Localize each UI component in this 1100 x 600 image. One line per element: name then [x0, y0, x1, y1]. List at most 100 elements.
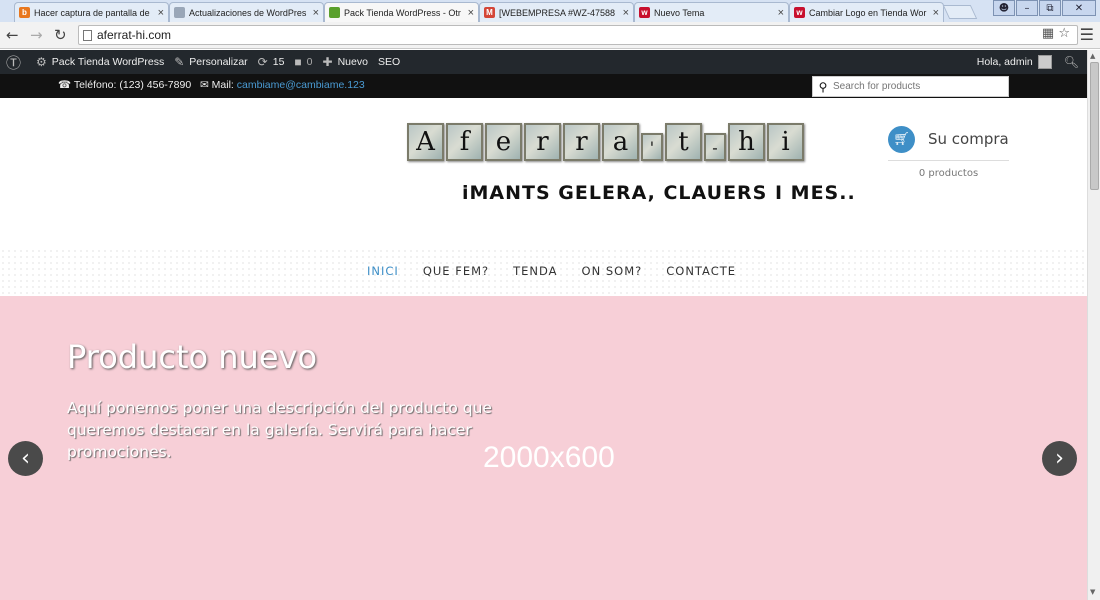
- site-header: Af e r r a ' t - h i iMANTS GELERA, CLAUERS I MES…: [0, 98, 1087, 296]
- brush-icon: ✎: [174, 55, 185, 69]
- tab-close-icon[interactable]: ×: [158, 7, 164, 19]
- product-search: ⚲: [812, 76, 1009, 97]
- contact-info: ☎ Teléfono: (123) 456-7890 ✉ Mail: cambi…: [58, 79, 365, 91]
- menu-icon[interactable]: ☰: [1080, 25, 1094, 44]
- page-scrollbar[interactable]: ▲ ▼: [1087, 50, 1100, 600]
- w-icon: w: [794, 7, 805, 18]
- logo-letter-tile: A: [407, 123, 444, 161]
- nav-item[interactable]: TENDA: [513, 264, 557, 278]
- search-icon[interactable]: ⚲: [813, 77, 833, 96]
- window-controls: ☻ – ⧉ ✕: [992, 0, 1096, 16]
- tab-close-icon[interactable]: ×: [468, 7, 474, 19]
- minimize-button[interactable]: –: [1016, 0, 1038, 16]
- address-bar: ← → ↻ aferrat-hi.com ▦ ☆ ☰: [0, 22, 1100, 49]
- page-icon: [174, 7, 185, 18]
- logo-letter-tile: e: [485, 123, 522, 161]
- reload-icon[interactable]: ↻: [54, 26, 67, 44]
- browser-tab-strip: b Hacer captura de pantalla de × Actualizac…: [0, 0, 1100, 22]
- wordpress-logo-icon[interactable]: Ⓣ: [6, 52, 26, 73]
- admin-customize-link[interactable]: ✎ Personalizar: [174, 55, 247, 69]
- tab-label: Hacer captura de pantalla de: [34, 7, 150, 18]
- w-icon: w: [639, 7, 650, 18]
- comment-icon: ■: [294, 55, 302, 69]
- slider-next-button[interactable]: ›: [1042, 441, 1077, 476]
- admin-site-link[interactable]: ⚙ Pack Tienda WordPress: [36, 55, 164, 69]
- translate-star-icons[interactable]: ▦ ☆: [1042, 26, 1070, 41]
- back-arrow-icon[interactable]: ←: [6, 26, 19, 44]
- scroll-down-icon[interactable]: ▼: [1090, 588, 1095, 596]
- admin-seo-link[interactable]: SEO: [378, 56, 400, 68]
- admin-comments-link[interactable]: ■ 0: [294, 55, 312, 69]
- new-tab-button[interactable]: [942, 5, 978, 19]
- phone-text: Teléfono: (123) 456-7890: [73, 79, 192, 91]
- logo-letter-tile: t: [665, 123, 702, 161]
- plus-icon: ✚: [322, 55, 333, 69]
- tab-label: Cambiar Logo en Tienda Wor: [809, 7, 927, 18]
- leaf-icon: [329, 7, 340, 18]
- logo-letter-tile: f: [446, 123, 483, 161]
- browser-tab[interactable]: Pack Tienda WordPress - Otr ×: [324, 2, 479, 22]
- browser-tab[interactable]: w Nuevo Tema ×: [634, 2, 789, 22]
- mail-label: Mail:: [211, 79, 234, 91]
- admin-new-link[interactable]: ✚ Nuevo: [323, 55, 368, 69]
- scroll-up-icon[interactable]: ▲: [1090, 52, 1095, 60]
- nav-item[interactable]: QUE FEM?: [423, 264, 489, 278]
- tab-label: Pack Tienda WordPress - Otr: [344, 7, 461, 18]
- tab-label: Nuevo Tema: [654, 7, 705, 18]
- browser-tab[interactable]: b Hacer captura de pantalla de ×: [14, 2, 169, 22]
- tab-close-icon[interactable]: ×: [778, 7, 784, 19]
- logo-letter-tile: -: [704, 133, 726, 161]
- close-window-button[interactable]: ✕: [1062, 0, 1096, 16]
- logo-letter-tile: ': [641, 133, 663, 161]
- admin-search-icon[interactable]: 🔍︎: [1064, 55, 1079, 69]
- logo-letter-tile: r: [563, 123, 600, 161]
- cart-title[interactable]: Su compra: [928, 130, 1009, 148]
- admin-greeting[interactable]: Hola, admin: [977, 56, 1033, 68]
- tab-close-icon[interactable]: ×: [623, 7, 629, 19]
- url-text: aferrat-hi.com: [97, 28, 172, 42]
- logo-letter-tile: r: [524, 123, 561, 161]
- main-navigation: INICI QUE FEM? TENDA ON SOM? CONTACTE: [355, 264, 748, 278]
- page-icon: [83, 29, 92, 41]
- mail-link[interactable]: cambiame@cambiame.123: [237, 79, 365, 91]
- gmail-icon: M: [484, 7, 495, 18]
- url-input[interactable]: aferrat-hi.com: [78, 25, 1078, 45]
- product-search-input[interactable]: [833, 81, 1003, 92]
- forward-arrow-icon[interactable]: →: [30, 26, 43, 44]
- hero-slider: Producto nuevo Aquí ponemos poner una de…: [0, 296, 1087, 600]
- phone-icon: ☎: [58, 79, 72, 91]
- cart-icon[interactable]: 🛒︎: [888, 126, 915, 153]
- cart-divider: [888, 160, 1009, 161]
- slide-title: Producto nuevo: [67, 338, 318, 376]
- logo-letter-tile: h: [728, 123, 765, 161]
- orange-circle-icon: b: [19, 7, 30, 18]
- slider-prev-button[interactable]: ‹: [8, 441, 43, 476]
- user-icon[interactable]: ☻: [993, 0, 1015, 16]
- site-tagline: iMANTS GELERA, CLAUERS I MES..: [462, 182, 856, 204]
- admin-updates-link[interactable]: ⟳ 15: [258, 55, 285, 69]
- tab-close-icon[interactable]: ×: [933, 7, 939, 19]
- dashboard-icon: ⚙: [36, 55, 47, 69]
- logo-letter-tile: i: [767, 123, 804, 161]
- maximize-button[interactable]: ⧉: [1039, 0, 1061, 16]
- browser-tab[interactable]: w Cambiar Logo en Tienda Wor ×: [789, 2, 944, 22]
- contact-top-bar: ☎ Teléfono: (123) 456-7890 ✉ Mail: cambi…: [0, 74, 1087, 98]
- slide-placeholder-dimensions: 2000x600: [483, 441, 615, 474]
- cart-count: 0 productos: [918, 168, 979, 179]
- browser-tab[interactable]: Actualizaciones de WordPres ×: [169, 2, 324, 22]
- scrollbar-thumb[interactable]: [1090, 62, 1099, 190]
- refresh-icon: ⟳: [257, 55, 268, 69]
- nav-item[interactable]: ON SOM?: [582, 264, 643, 278]
- nav-item[interactable]: CONTACTE: [666, 264, 736, 278]
- tab-label: [WEBEMPRESA #WZ-47588: [499, 7, 616, 18]
- slide-description: Aquí ponemos poner una descripción del p…: [67, 399, 492, 461]
- logo-letter-tile: a: [602, 123, 639, 161]
- tab-close-icon[interactable]: ×: [313, 7, 319, 19]
- browser-tab[interactable]: M [WEBEMPRESA #WZ-47588 ×: [479, 2, 634, 22]
- site-logo[interactable]: Af e r r a ' t - h i: [407, 123, 806, 161]
- wp-admin-bar: Ⓣ ⚙ Pack Tienda WordPress ✎ Personalizar ⟳…: [0, 50, 1087, 74]
- mail-icon: ✉: [199, 79, 209, 91]
- avatar[interactable]: [1037, 55, 1052, 69]
- nav-item[interactable]: INICI: [367, 264, 399, 278]
- tab-label: Actualizaciones de WordPres: [189, 7, 307, 18]
